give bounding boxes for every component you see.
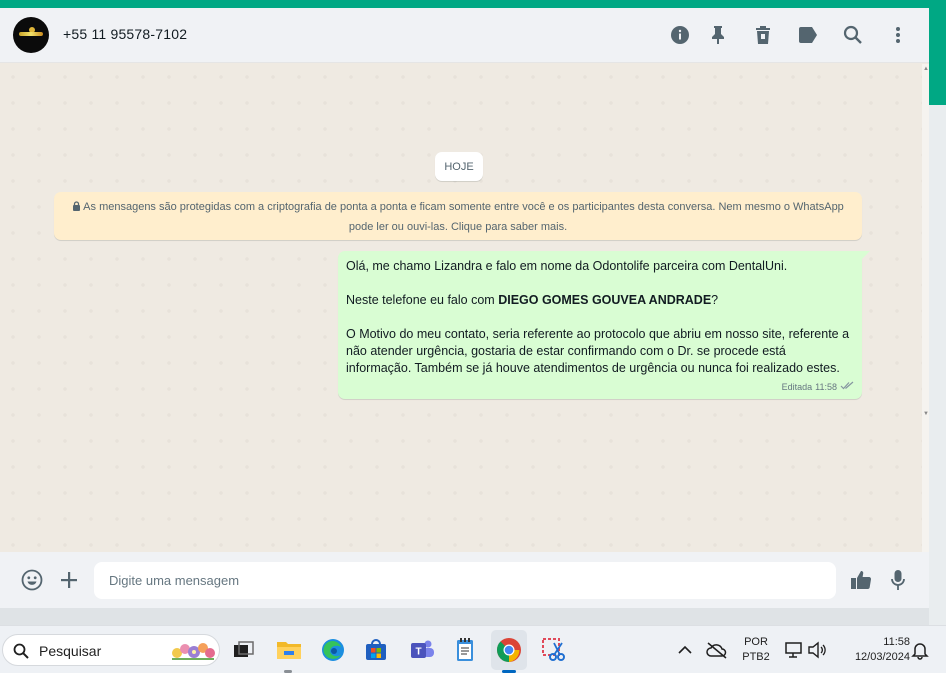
message-meta: Editada 11:58	[782, 379, 854, 396]
emoji-icon[interactable]	[20, 568, 44, 592]
whatsapp-window: +55 11 95578-7102 ▲ ▼ HOJE As mensagens …	[0, 8, 929, 608]
edge-browser-icon[interactable]	[319, 636, 347, 664]
date-chip: HOJE	[435, 152, 483, 181]
teams-icon[interactable]: T	[408, 636, 436, 664]
attach-plus-icon[interactable]	[57, 568, 81, 592]
encryption-notice-text: As mensagens são protegidas com a cripto…	[83, 201, 844, 233]
info-icon[interactable]	[668, 23, 692, 47]
svg-text:T: T	[415, 647, 421, 658]
microphone-icon[interactable]	[886, 568, 910, 592]
bubble-tail	[862, 251, 870, 259]
notification-bell-icon[interactable]	[906, 636, 934, 664]
message-input[interactable]	[94, 562, 836, 599]
flowers-decoration-icon	[169, 639, 217, 661]
taskbar-search[interactable]: Pesquisar	[2, 634, 220, 666]
scroll-up-icon[interactable]: ▲	[923, 66, 929, 72]
task-view-icon[interactable]	[230, 636, 258, 664]
file-explorer-icon[interactable]	[275, 636, 303, 664]
input-language[interactable]: POR PTB2	[738, 635, 774, 665]
window-top-strip	[0, 0, 946, 8]
message-text: ?	[711, 293, 719, 307]
chrome-icon[interactable]	[495, 636, 523, 664]
trash-icon[interactable]	[751, 23, 775, 47]
thumbs-up-icon[interactable]	[849, 568, 873, 592]
microsoft-store-icon[interactable]	[362, 636, 390, 664]
scroll-down-icon[interactable]: ▼	[923, 411, 929, 417]
message-line: O Motivo do meu contato, seria referente…	[346, 327, 850, 375]
clock[interactable]: 11:58 12/03/2024	[836, 635, 910, 665]
message-line: Neste telefone eu falo com DIEGO GOMES G…	[346, 292, 853, 309]
message-text: Neste telefone eu falo com	[346, 293, 499, 307]
contact-name[interactable]: +55 11 95578-7102	[63, 26, 187, 42]
notepad-icon[interactable]	[451, 636, 479, 664]
search-icon	[13, 643, 29, 664]
avatar-logo-line	[19, 32, 43, 36]
edited-label: Editada	[781, 382, 813, 392]
chat-header: +55 11 95578-7102	[0, 8, 929, 63]
message-line: Olá, me chamo Lizandra e falo em nome da…	[346, 259, 788, 273]
composer-bar	[0, 552, 929, 608]
window-side-strip	[929, 0, 946, 105]
search-icon[interactable]	[841, 23, 865, 47]
onedrive-offline-icon[interactable]	[703, 636, 731, 664]
language-code: POR	[744, 636, 768, 648]
windows-taskbar: Pesquisar T POR PTB2 11:58 12/03/2024	[0, 625, 946, 673]
volume-icon[interactable]	[803, 636, 831, 664]
menu-icon[interactable]	[886, 23, 910, 47]
lock-icon	[72, 199, 81, 218]
clock-time: 11:58	[883, 636, 910, 648]
encryption-notice[interactable]: As mensagens são protegidas com a cripto…	[54, 192, 862, 240]
pin-icon[interactable]	[706, 23, 730, 47]
message-time: 11:58	[815, 382, 837, 392]
snipping-tool-icon[interactable]	[540, 636, 568, 664]
clock-date: 12/03/2024	[854, 651, 910, 663]
search-placeholder: Pesquisar	[39, 643, 102, 659]
double-check-icon	[840, 379, 854, 396]
tray-chevron-up-icon[interactable]	[671, 636, 699, 664]
chat-scrollbar[interactable]	[922, 64, 929, 552]
window-side-gray	[929, 105, 946, 625]
keyboard-layout: PTB2	[742, 651, 770, 663]
outgoing-message[interactable]: Olá, me chamo Lizandra e falo em nome da…	[338, 251, 862, 399]
contact-avatar[interactable]	[13, 17, 49, 53]
message-bold-name: DIEGO GOMES GOUVEA ANDRADE	[498, 293, 712, 307]
label-icon[interactable]	[796, 23, 820, 47]
